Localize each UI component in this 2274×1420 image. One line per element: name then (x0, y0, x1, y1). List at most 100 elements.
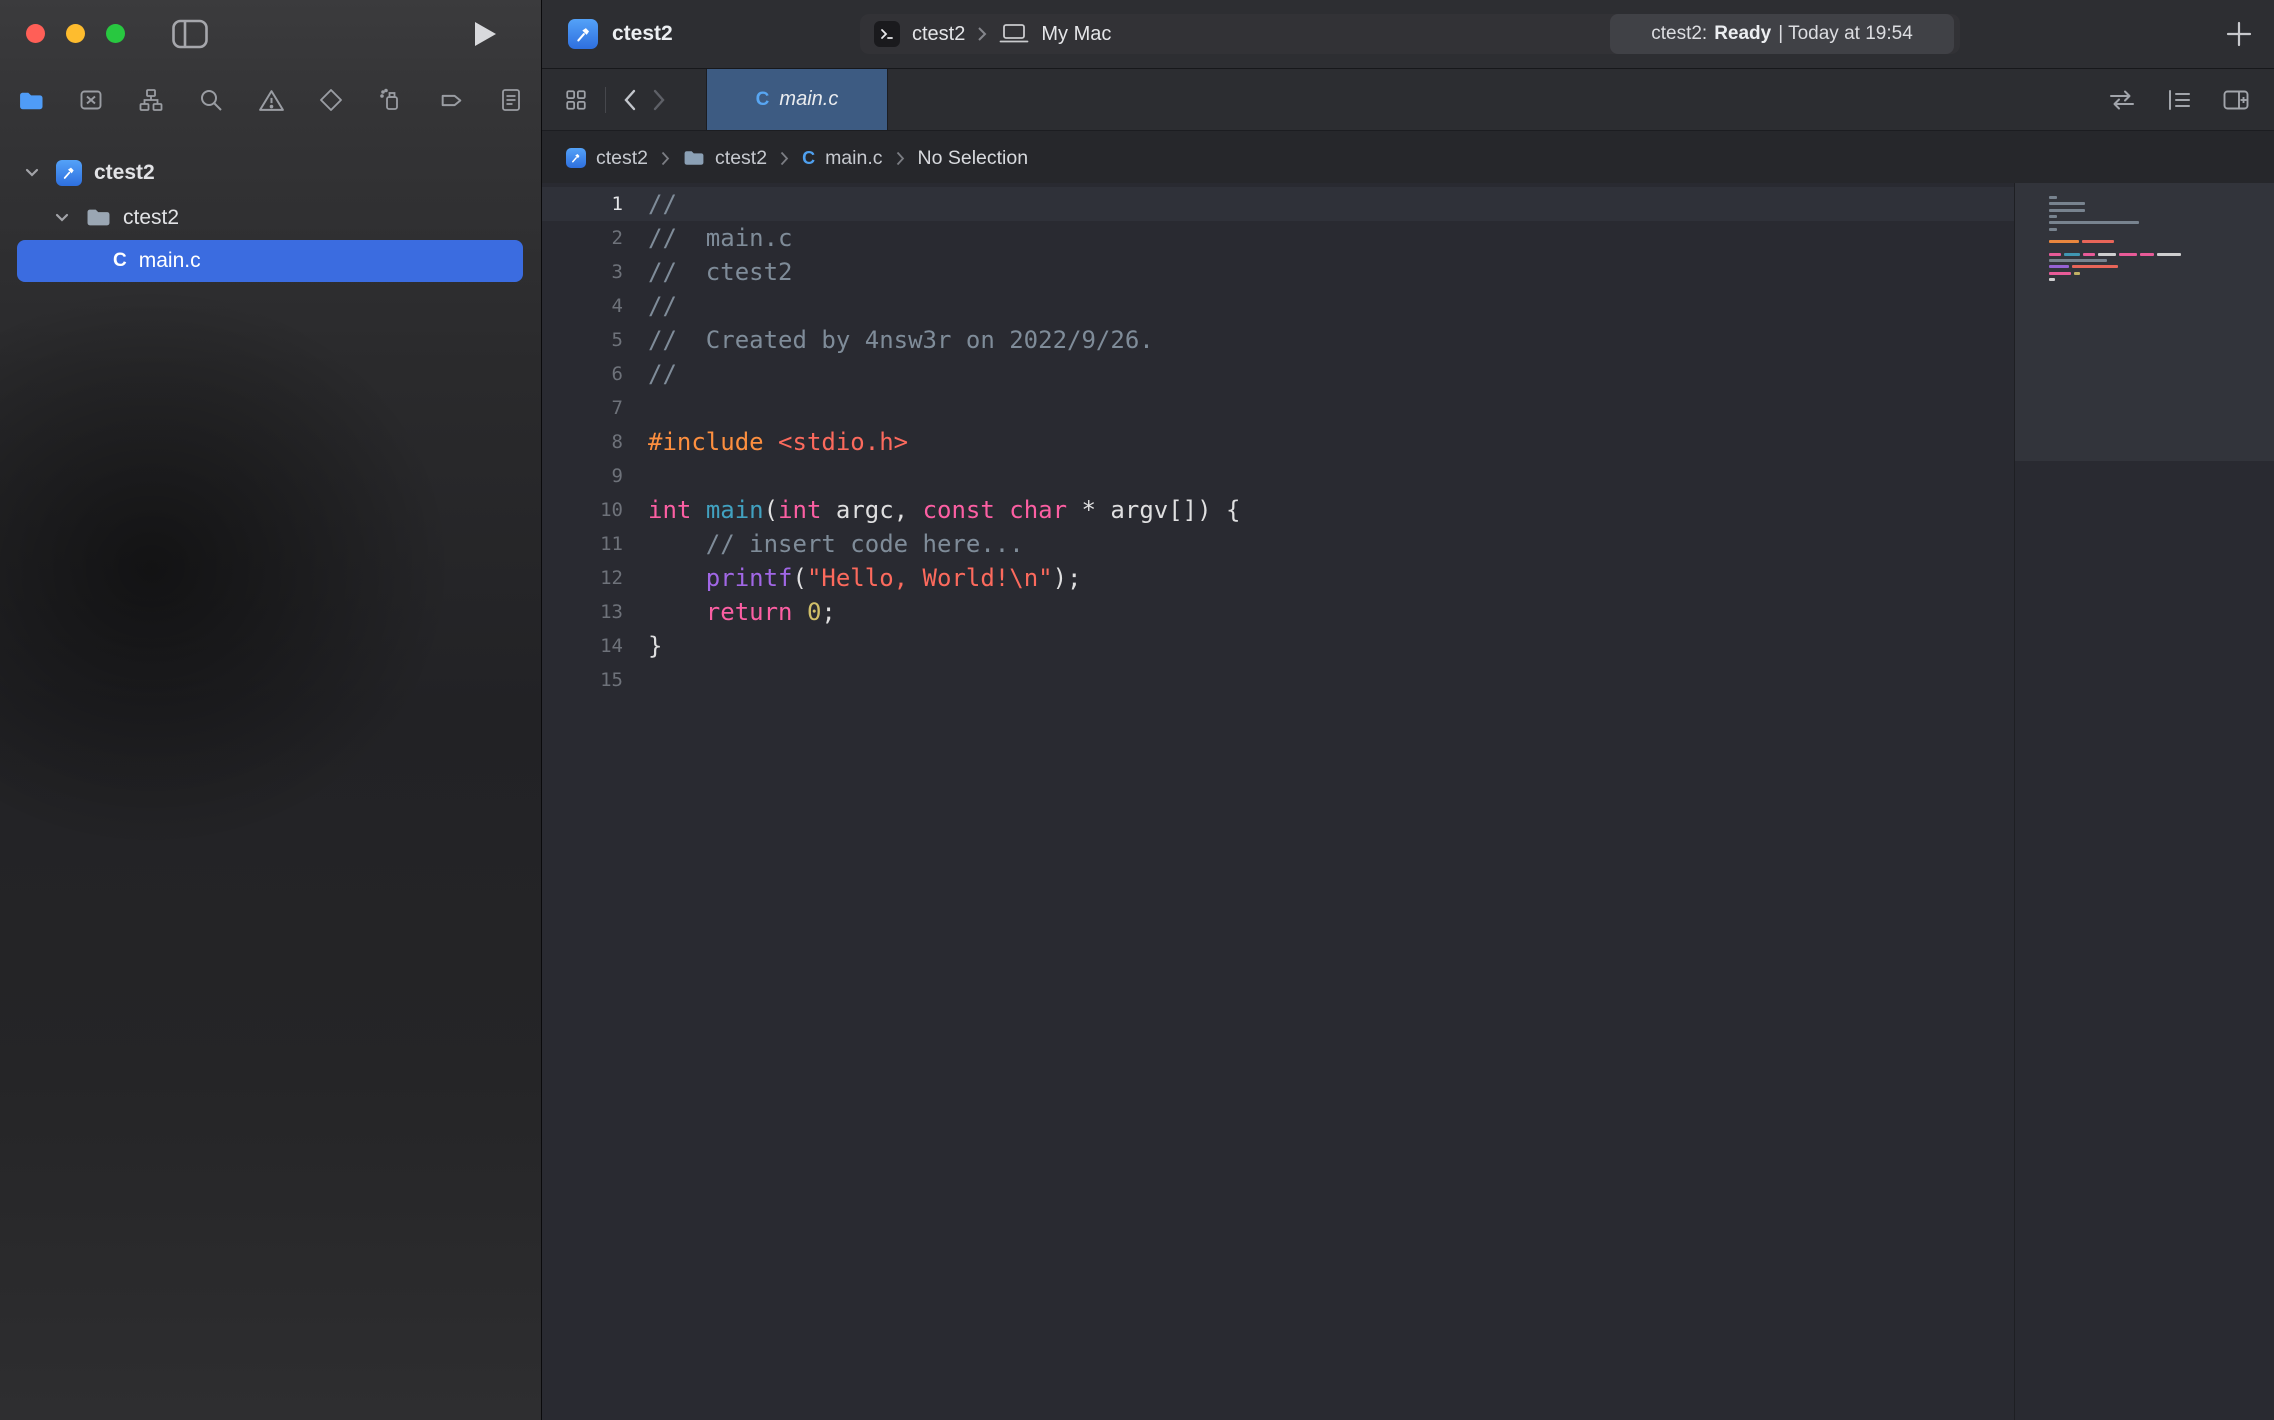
breadcrumb-selection[interactable]: No Selection (918, 147, 1029, 170)
code-lines: 1//2// main.c3// ctest24//5// Created by… (542, 187, 2014, 697)
test-navigator-icon[interactable] (316, 85, 346, 115)
run-play-icon[interactable] (472, 20, 498, 48)
tree-item-project-ctest2[interactable]: ctest2 (0, 150, 541, 195)
folder-icon (683, 149, 705, 167)
sidebar-toggle-icon[interactable] (172, 19, 208, 49)
scheme-selector[interactable]: ctest2 My Mac (860, 21, 1111, 47)
code-line[interactable]: 10int main(int argc, const char * argv[]… (542, 493, 2014, 527)
code-text: // (648, 289, 677, 323)
source-control-navigator-icon[interactable] (76, 85, 106, 115)
scheme-destination: My Mac (1041, 23, 1111, 46)
code-line[interactable]: 13 return 0; (542, 595, 2014, 629)
activity-status: ctest2: Ready | Today at 19:54 (1610, 14, 1954, 54)
breakpoint-navigator-icon[interactable] (436, 85, 466, 115)
line-number: 13 (542, 595, 623, 629)
breadcrumb-label: main.c (825, 147, 882, 170)
editor-tab-main-c[interactable]: C main.c (706, 69, 888, 130)
xcode-project-icon (56, 160, 82, 186)
tab-bar-left-controls (542, 69, 666, 130)
code-line[interactable]: 15 (542, 663, 2014, 697)
related-items-grid-icon[interactable] (564, 88, 588, 112)
minimap-lines (2015, 183, 2274, 1420)
disclosure-chevron-icon[interactable] (54, 213, 70, 222)
tree-item-label: main.c (139, 249, 201, 273)
symbol-navigator-icon[interactable] (136, 85, 166, 115)
breadcrumb-project[interactable]: ctest2 (566, 147, 648, 170)
line-number: 9 (542, 459, 623, 493)
window-controls (26, 24, 125, 43)
chevron-right-icon (661, 151, 670, 166)
code-text: int main(int argc, const char * argv[]) … (648, 493, 1240, 527)
toolbar-project-title: ctest2 (612, 22, 673, 46)
code-text: // Created by 4nsw3r on 2022/9/26. (648, 323, 1154, 357)
line-number: 3 (542, 255, 623, 289)
code-line[interactable]: 2// main.c (542, 221, 2014, 255)
chevron-right-icon (896, 151, 905, 166)
c-file-icon: C (113, 250, 127, 272)
line-number: 6 (542, 357, 623, 391)
disclosure-chevron-icon[interactable] (24, 168, 40, 177)
line-number: 11 (542, 527, 623, 561)
code-line[interactable]: 1// (542, 187, 2014, 221)
code-text: printf("Hello, World!\n"); (648, 561, 1082, 595)
breadcrumb-label: ctest2 (715, 147, 767, 170)
breadcrumb-label: ctest2 (596, 147, 648, 170)
code-line[interactable]: 9 (542, 459, 2014, 493)
code-text: // ctest2 (648, 255, 793, 289)
code-line[interactable]: 4 // (542, 289, 2014, 323)
code-line[interactable]: 8#include <stdio.h> (542, 425, 2014, 459)
xcode-app-icon (568, 19, 598, 49)
toolbar: ctest2 ctest2 My Mac ctest2: (542, 0, 2274, 69)
minimize-window-button[interactable] (66, 24, 85, 43)
code-line[interactable]: 7 (542, 391, 2014, 425)
code-line[interactable]: 14} (542, 629, 2014, 663)
close-window-button[interactable] (26, 24, 45, 43)
file-tree: ctest2 ctest2 C main.c (0, 132, 541, 282)
navigator-sidebar: ctest2 ctest2 C main.c (0, 0, 542, 1420)
code-review-icon[interactable] (2108, 89, 2136, 111)
status-time: | Today at 19:54 (1778, 23, 1913, 45)
library-add-plus-icon[interactable] (2226, 21, 2252, 47)
code-text: #include <stdio.h> (648, 425, 908, 459)
issue-navigator-icon[interactable] (256, 85, 286, 115)
main-content: ctest2 ctest2 My Mac ctest2: (542, 0, 2274, 1420)
add-editor-icon[interactable] (2222, 88, 2250, 112)
code-line[interactable]: 11 // insert code here... (542, 527, 2014, 561)
breadcrumb-file[interactable]: C main.c (802, 147, 882, 170)
report-navigator-icon[interactable] (496, 85, 526, 115)
line-number: 2 (542, 221, 623, 255)
source-editor[interactable]: 1//2// main.c3// ctest24//5// Created by… (542, 183, 2274, 1420)
line-number: 15 (542, 663, 623, 697)
terminal-scheme-icon (874, 21, 900, 47)
find-navigator-icon[interactable] (196, 85, 226, 115)
scheme-and-status-bar: ctest2 My Mac ctest2: Ready | Today at 1… (860, 14, 1960, 54)
editor-options-icon[interactable] (2166, 88, 2192, 112)
project-navigator-folder-icon[interactable] (16, 85, 46, 115)
tab-label: main.c (779, 88, 838, 111)
tree-item-group-ctest2[interactable]: ctest2 (0, 195, 541, 240)
code-line[interactable]: 12 printf("Hello, World!\n"); (542, 561, 2014, 595)
tab-bar-right-controls (2108, 69, 2274, 130)
back-chevron-icon[interactable] (623, 89, 636, 111)
code-line[interactable]: 3 // ctest2 (542, 255, 2014, 289)
status-state: Ready (1714, 23, 1771, 45)
folder-icon (86, 207, 111, 228)
minimap[interactable] (2014, 183, 2274, 1420)
breadcrumb-group[interactable]: ctest2 (683, 147, 767, 170)
status-project: ctest2: (1651, 23, 1707, 45)
xcode-project-icon (566, 148, 586, 168)
line-number: 4 (542, 289, 623, 323)
tree-item-file-main-c[interactable]: C main.c (17, 240, 523, 282)
navigator-bar (0, 68, 541, 132)
code-text: // (648, 357, 677, 391)
sidebar-toolbar (0, 0, 541, 68)
code-line[interactable]: 5// Created by 4nsw3r on 2022/9/26. (542, 323, 2014, 357)
code-line[interactable]: 6 // (542, 357, 2014, 391)
forward-chevron-icon[interactable] (653, 89, 666, 111)
zoom-window-button[interactable] (106, 24, 125, 43)
chevron-right-icon (780, 151, 789, 166)
line-number: 1 (542, 187, 623, 221)
jump-bar: ctest2 ctest2 C main.c No Se (542, 131, 2274, 186)
tree-item-label: ctest2 (123, 206, 179, 230)
debug-navigator-icon[interactable] (376, 85, 406, 115)
